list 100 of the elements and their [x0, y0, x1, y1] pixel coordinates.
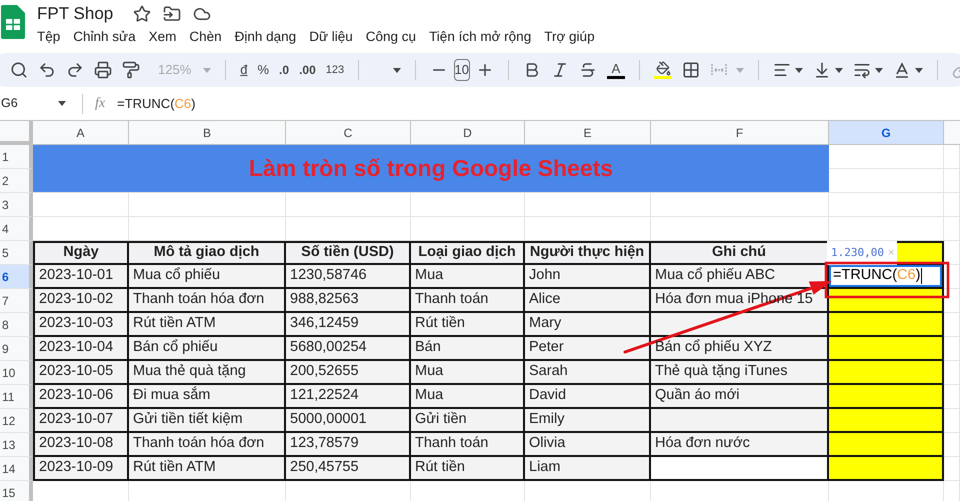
table-cell: Quần áo mới — [651, 385, 829, 409]
table-cell: 5680,00254 — [286, 337, 411, 361]
row-number[interactable]: 15 — [0, 481, 33, 501]
column-header[interactable]: B — [129, 121, 286, 145]
table-cell: 2023-10-09 — [33, 457, 129, 481]
menu-item[interactable]: Chỉnh sửa — [73, 27, 136, 48]
table-cell: 2023-10-05 — [33, 361, 129, 385]
table-cell: Mua — [411, 361, 525, 385]
row-number[interactable]: 2 — [0, 169, 33, 193]
row-number[interactable]: 11 — [0, 385, 33, 409]
column-header[interactable]: E — [525, 121, 651, 145]
menu-item[interactable]: Dữ liệu — [309, 27, 353, 48]
document-title[interactable]: FPT Shop — [37, 1, 114, 27]
percent-format-button[interactable]: % — [257, 60, 270, 80]
row-number[interactable]: 9 — [0, 337, 33, 361]
table-cell: 346,12459 — [286, 313, 411, 337]
table-cell: Mua cổ phiếu ABC — [651, 265, 829, 289]
menu-item[interactable]: Định dạng — [234, 27, 296, 48]
table-cell: Gửi tiền tiết kiệm — [129, 409, 286, 433]
table-cell: Thanh toán — [411, 433, 525, 457]
header-cell: Số tiền (USD) — [286, 241, 411, 265]
table-cell: 2023-10-02 — [33, 289, 129, 313]
table-cell: John — [525, 265, 651, 289]
decrease-decimals-button[interactable]: .0 — [279, 61, 290, 79]
table-cell: 200,52655 — [286, 361, 411, 385]
fx-label: fx — [95, 95, 106, 113]
menu-item[interactable]: Chèn — [189, 27, 222, 48]
table-cell: 988,82563 — [286, 289, 411, 313]
table-cell: Rút tiền — [411, 313, 525, 337]
table-cell: 121,22524 — [286, 385, 411, 409]
table-cell: 2023-10-08 — [33, 433, 129, 457]
menu-item[interactable]: Tiện ích mở rộng — [429, 27, 532, 48]
header-cell: Mô tả giao dịch — [129, 241, 286, 265]
row-number[interactable]: 7 — [0, 289, 33, 313]
table-cell: Hóa đơn nước — [651, 433, 829, 457]
table-cell: Rút tiền — [411, 457, 525, 481]
table-cell: Thanh toán hóa đơn — [129, 433, 286, 457]
row-number[interactable]: 13 — [0, 433, 33, 457]
table-cell: 2023-10-06 — [33, 385, 129, 409]
table-cell: 2023-10-01 — [33, 265, 129, 289]
table-cell: David — [525, 385, 651, 409]
preview-value: 1.230,00 — [831, 244, 884, 261]
row-number[interactable]: 10 — [0, 361, 33, 385]
row-number[interactable]: 4 — [0, 217, 33, 241]
column-header[interactable]: F — [651, 121, 829, 145]
header-cell: Ngày — [33, 241, 129, 265]
table-cell: 250,45755 — [286, 457, 411, 481]
table-cell: Rút tiền ATM — [129, 457, 286, 481]
table-cell: Olivia — [525, 433, 651, 457]
table-cell: Rút tiền ATM — [129, 313, 286, 337]
table-cell: Thẻ quà tặng iTunes — [651, 361, 829, 385]
menu-item[interactable]: Tệp — [37, 27, 60, 48]
table-cell: Mua cổ phiếu — [129, 265, 286, 289]
table-cell: Alice — [525, 289, 651, 313]
table-cell: Gửi tiền — [411, 409, 525, 433]
increase-decimals-button[interactable]: .00 — [299, 61, 316, 79]
header-cell: Loại giao dịch — [411, 241, 525, 265]
table-cell: Bán — [411, 337, 525, 361]
column-header[interactable]: D — [411, 121, 525, 145]
table-cell: Emily — [525, 409, 651, 433]
number-format-button[interactable]: 123 — [326, 62, 344, 78]
currency-format-button[interactable]: đ — [240, 60, 248, 80]
row-number[interactable]: 6 — [0, 265, 33, 289]
menu-item[interactable]: Xem — [148, 27, 176, 48]
menu-item[interactable]: Trợ giúp — [544, 27, 595, 48]
table-cell: Bán cổ phiếu XYZ — [651, 337, 829, 361]
menu-item[interactable]: Công cụ — [366, 27, 416, 48]
table-cell: 123,78579 — [286, 433, 411, 457]
cell-formula: =TRUNC(C6) — [833, 266, 920, 286]
column-header[interactable]: A — [33, 121, 129, 145]
table-cell: Mua — [411, 265, 525, 289]
table-cell: Liam — [525, 457, 651, 481]
table-cell: 1230,58746 — [286, 265, 411, 289]
table-cell: Đi mua sắm — [129, 385, 286, 409]
header-cell: Ghi chú — [651, 241, 829, 265]
header-cell: Người thực hiện — [525, 241, 651, 265]
table-cell: Mua thẻ quà tặng — [129, 361, 286, 385]
table-cell: Thanh toán hóa đơn — [129, 289, 286, 313]
font-size-field[interactable]: 10 — [454, 59, 470, 81]
table-cell: 5000,00001 — [286, 409, 411, 433]
table-cell: Mua — [411, 385, 525, 409]
cell-reference[interactable]: G6 — [1, 94, 18, 113]
table-cell: 2023-10-04 — [33, 337, 129, 361]
row-number[interactable]: 12 — [0, 409, 33, 433]
row-number[interactable]: 1 — [0, 145, 33, 169]
sheet-title: Làm tròn số trong Google Sheets — [248, 154, 614, 184]
table-cell: Bán cổ phiếu — [129, 337, 286, 361]
row-number[interactable]: 14 — [0, 457, 33, 481]
row-number[interactable]: 3 — [0, 193, 33, 217]
text-color-button[interactable]: A — [607, 62, 625, 78]
column-header[interactable]: G — [829, 121, 944, 145]
table-cell: 2023-10-03 — [33, 313, 129, 337]
table-cell: Sarah — [525, 361, 651, 385]
table-cell: Peter — [525, 337, 651, 361]
table-cell: Thanh toán — [411, 289, 525, 313]
row-number[interactable]: 8 — [0, 313, 33, 337]
table-cell: 2023-10-07 — [33, 409, 129, 433]
row-number[interactable]: 5 — [0, 241, 33, 265]
column-header[interactable]: C — [286, 121, 411, 145]
table-cell: Mary — [525, 313, 651, 337]
